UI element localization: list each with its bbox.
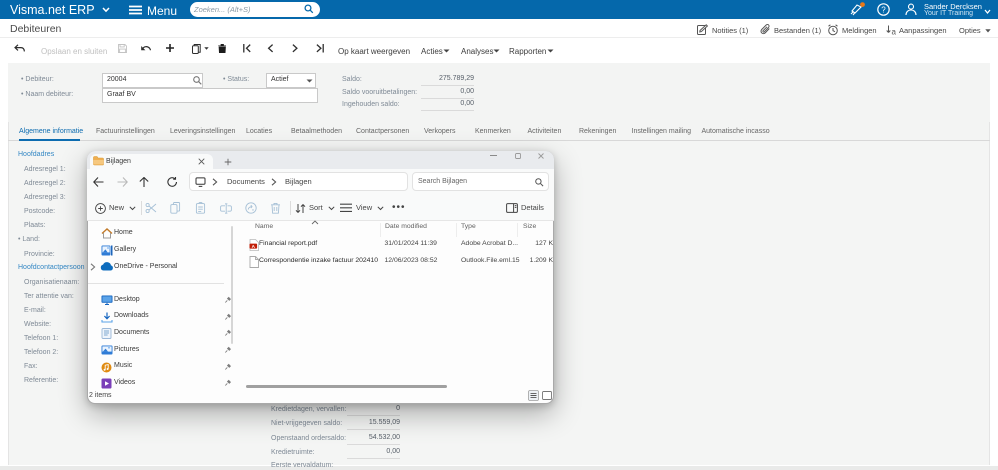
- svg-text:a: a: [892, 28, 897, 37]
- svg-text:?: ?: [881, 5, 886, 14]
